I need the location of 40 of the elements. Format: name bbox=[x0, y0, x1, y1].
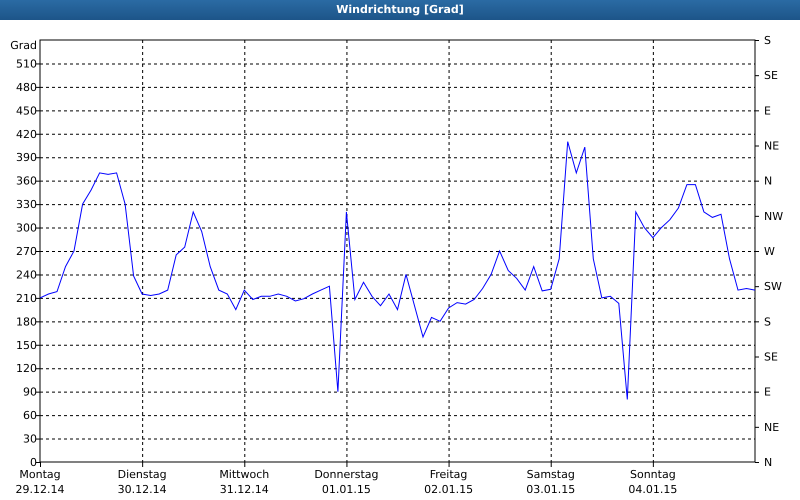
compass-label: NE bbox=[764, 420, 780, 434]
y-tick-label: 510 bbox=[16, 57, 37, 70]
y-tick-label: 300 bbox=[16, 222, 37, 235]
y-tick-label: 390 bbox=[16, 151, 37, 164]
y-tick-label: 60 bbox=[23, 409, 37, 422]
y-tick-label: 30 bbox=[23, 432, 37, 446]
compass-label: SE bbox=[764, 69, 778, 82]
compass-label: E bbox=[764, 386, 771, 399]
y-tick-label: 240 bbox=[16, 268, 37, 282]
window-title: Windrichtung [Grad] bbox=[336, 2, 464, 18]
x-tick-label: Montag 29.12.14 bbox=[16, 468, 64, 496]
compass-label: SE bbox=[764, 350, 778, 364]
y-tick-label: 150 bbox=[16, 338, 37, 352]
compass-label: S bbox=[764, 315, 771, 328]
y-tick-label: 210 bbox=[16, 292, 37, 305]
y-tick-label: 90 bbox=[23, 386, 37, 399]
y-tick-label: 0 bbox=[30, 456, 37, 469]
x-tick-label: Mittwoch 31.12.14 bbox=[219, 468, 270, 496]
y-tick-label: 420 bbox=[16, 128, 37, 141]
x-tick-label: Sonntag 04.01.15 bbox=[628, 468, 678, 496]
y-tick-label: 360 bbox=[16, 174, 37, 188]
x-tick-label: Dienstag 30.12.14 bbox=[118, 468, 167, 496]
y-tick-label: 180 bbox=[16, 315, 37, 328]
y-tick-label: 480 bbox=[16, 80, 37, 94]
compass-label: N bbox=[764, 174, 772, 188]
compass-label: E bbox=[764, 104, 771, 118]
compass-label: NE bbox=[764, 140, 780, 152]
x-tick-label: Donnerstag 01.01.15 bbox=[314, 468, 379, 496]
y-tick-label: 270 bbox=[16, 245, 37, 258]
y-axis-label: Grad bbox=[10, 39, 37, 52]
compass-label: NW bbox=[764, 210, 784, 223]
compass-label: S bbox=[764, 34, 771, 47]
compass-label: N bbox=[764, 456, 772, 469]
y-tick-label: 450 bbox=[16, 104, 37, 118]
x-tick-label: Samstag 03.01.15 bbox=[526, 468, 576, 496]
compass-label: SW bbox=[764, 280, 782, 294]
y-tick-label: 120 bbox=[16, 362, 37, 376]
compass-label: W bbox=[764, 245, 775, 258]
y-tick-label: 330 bbox=[16, 198, 37, 212]
x-tick-label: Freitag 02.01.15 bbox=[424, 468, 474, 496]
